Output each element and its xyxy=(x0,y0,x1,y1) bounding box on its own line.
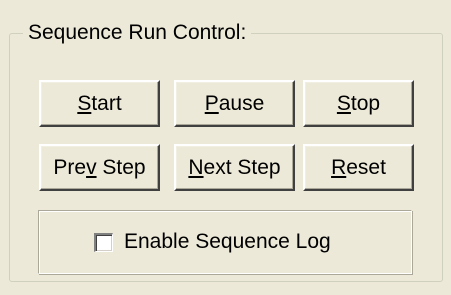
next-step-button-label: Next Step xyxy=(188,155,281,179)
reset-button-label: Reset xyxy=(331,155,386,179)
prev-step-button[interactable]: Prev Step xyxy=(39,144,160,191)
group-title: Sequence Run Control: xyxy=(23,20,252,46)
next-step-button[interactable]: Next Step xyxy=(174,144,295,191)
pause-button-label: Pause xyxy=(204,91,265,115)
stop-button-label: Stop xyxy=(336,91,381,115)
reset-button[interactable]: Reset xyxy=(303,144,414,191)
pause-button[interactable]: Pause xyxy=(174,80,295,127)
stop-button[interactable]: Stop xyxy=(303,80,414,127)
start-button[interactable]: Start xyxy=(39,80,160,127)
enable-sequence-log-checkbox[interactable] xyxy=(94,233,113,252)
start-button-label: Start xyxy=(77,91,122,115)
prev-step-button-label: Prev Step xyxy=(53,155,146,179)
enable-sequence-log-label[interactable]: Enable Sequence Log xyxy=(124,229,331,255)
